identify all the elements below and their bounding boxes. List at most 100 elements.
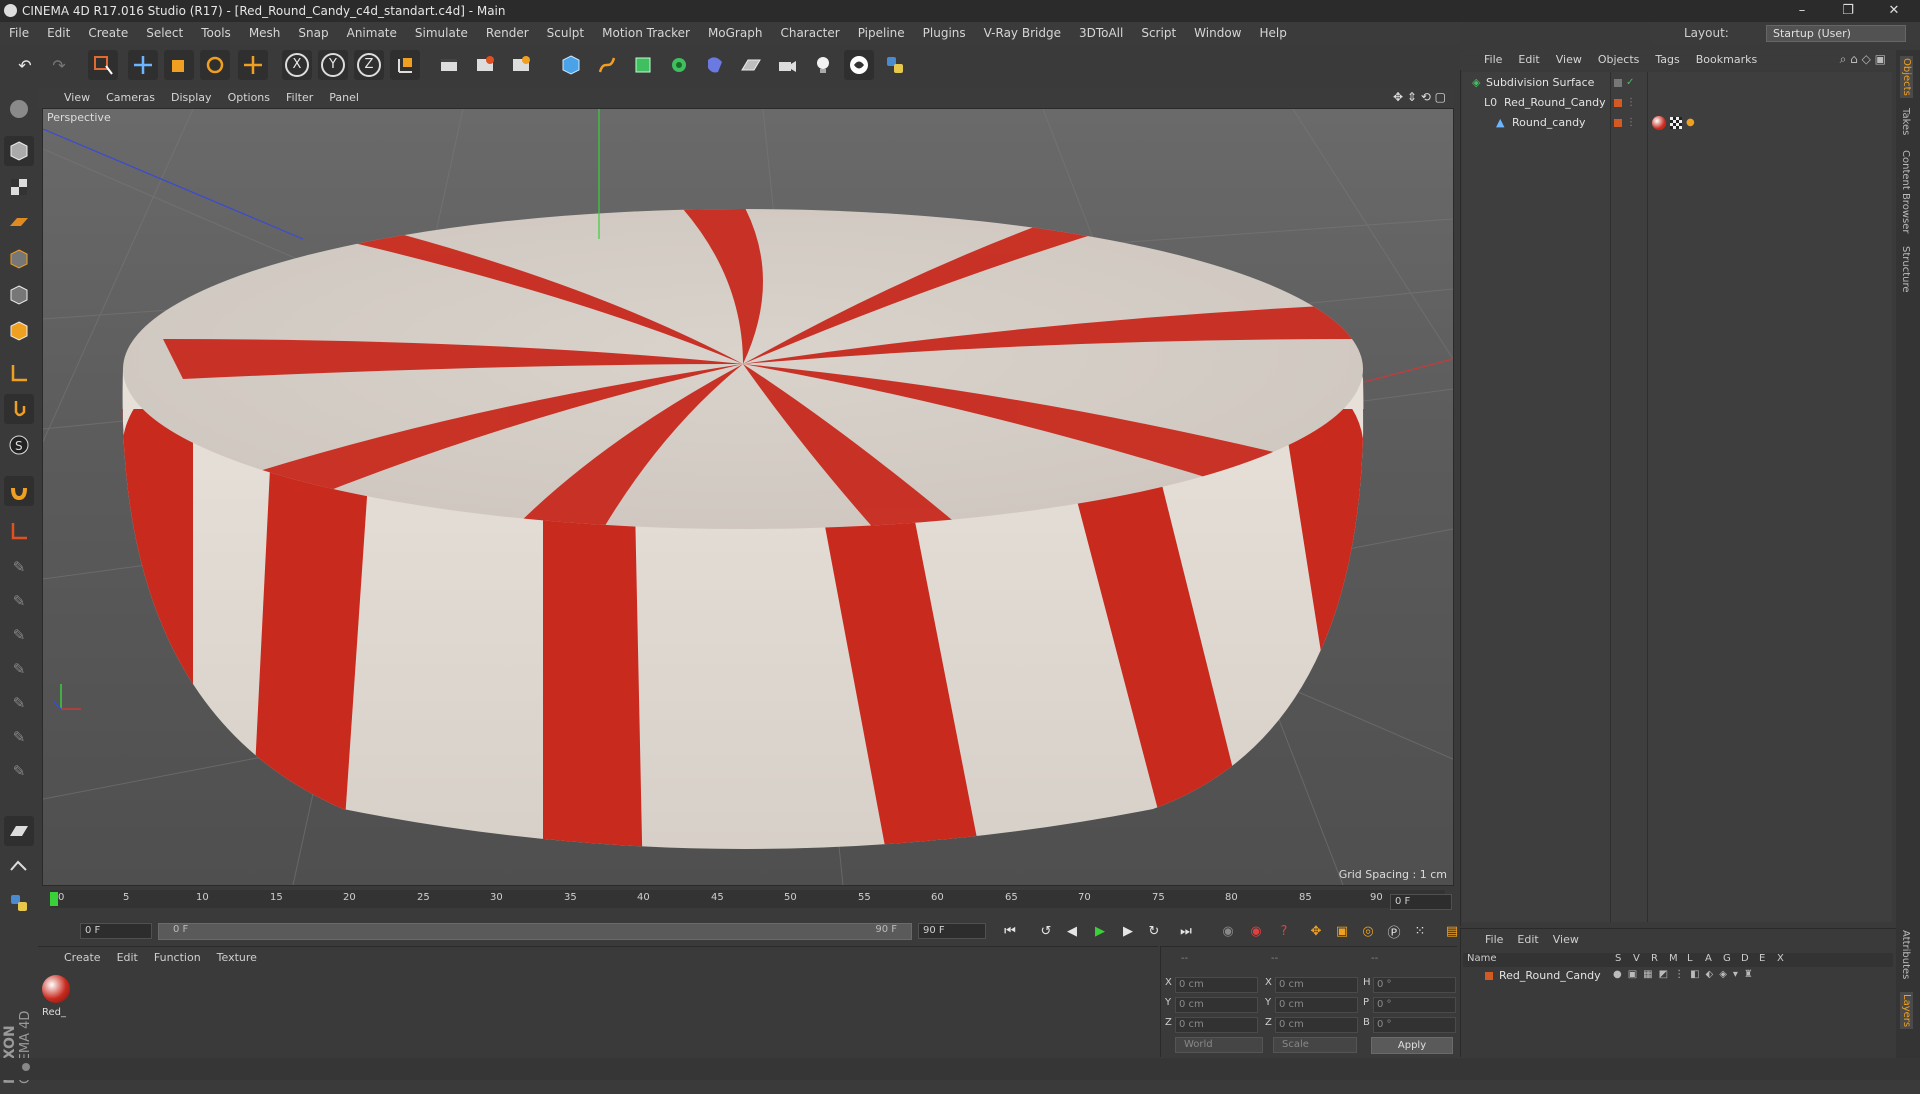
uvw-tag-icon[interactable] [1670,117,1682,129]
object-row-round-candy[interactable]: ▲ Round_candy ⋮ ● [1462,114,1892,132]
menu-sculpt[interactable]: Sculpt [538,22,593,44]
sculpt-pinch-icon[interactable]: ✎ [4,756,34,786]
minimize-button[interactable]: – [1784,2,1820,20]
tab-content-browser[interactable]: Content Browser [1900,150,1911,233]
undo-icon[interactable]: ↶ [10,50,40,80]
column-generators[interactable]: G [1723,953,1731,964]
model-mode-icon[interactable] [4,136,34,166]
objects-menu-bookmarks[interactable]: Bookmarks [1688,50,1765,70]
rotation-b-field[interactable]: 0 ° [1373,1017,1456,1033]
layer-toggle-icons[interactable]: ●▣▦◩⋮◧⬖◈▾♜ [1613,969,1759,980]
subdivision-surface-icon[interactable] [628,50,658,80]
timeline-ruler[interactable]: 0 5 10 15 20 25 30 35 40 45 50 55 60 65 … [50,890,1445,908]
key-rotation-icon[interactable]: ◎ [1356,920,1380,942]
frame-range-slider[interactable]: 0 F 90 F [158,923,912,940]
rotation-h-field[interactable]: 0 ° [1373,977,1456,993]
sculpt-smooth-icon[interactable]: ✎ [4,620,34,650]
move-tool-icon[interactable] [128,50,158,80]
play-icon[interactable]: ▶ [1088,920,1112,942]
layer-name[interactable]: Red_Round_Candy [1499,969,1601,982]
go-to-start-icon[interactable]: ⏮ [998,920,1022,942]
menu-window[interactable]: Window [1185,22,1250,44]
close-button[interactable]: ✕ [1876,2,1912,20]
menu-plugins[interactable]: Plugins [914,22,975,44]
size-z-field[interactable]: 0 cm [1275,1017,1358,1033]
grid-toggle-icon[interactable] [4,816,34,846]
record-active-icon[interactable]: ◉ [1216,920,1240,942]
layer-color-icon[interactable] [1614,99,1622,107]
workplane-icon[interactable] [4,208,34,238]
menu-vray-bridge[interactable]: V-Ray Bridge [975,22,1070,44]
material-tag-icon[interactable] [1652,116,1666,130]
material-swatch[interactable] [42,975,70,1003]
start-frame-field[interactable]: 0 F [80,923,152,939]
menu-animate[interactable]: Animate [338,22,406,44]
pen-spline-icon[interactable] [592,50,622,80]
timeline-playhead[interactable] [50,892,58,906]
y-axis-lock-button[interactable]: Y [318,50,348,80]
object-name[interactable]: Subdivision Surface [1486,74,1594,92]
viewport-menu-panel[interactable]: Panel [321,88,367,108]
viewport-menu-view[interactable]: View [38,88,98,108]
edges-mode-icon[interactable] [4,280,34,310]
rotate-tool-icon[interactable] [200,50,230,80]
menu-mesh[interactable]: Mesh [240,22,290,44]
snapping-icon[interactable]: S [4,430,34,460]
size-y-field[interactable]: 0 cm [1275,997,1358,1013]
magnet-icon[interactable] [4,476,34,506]
visibility-dots-icon[interactable]: ⋮ [1626,94,1636,112]
tab-attributes[interactable]: Attributes [1900,930,1911,979]
ik-icon[interactable] [4,852,34,882]
polygons-mode-icon[interactable] [4,316,34,346]
viewport-menu-display[interactable]: Display [163,88,220,108]
key-pla-icon[interactable]: ⁙ [1408,920,1432,942]
material-name[interactable]: Red_ [42,1007,66,1018]
make-editable-icon[interactable] [4,94,34,124]
objects-menu-file[interactable]: File [1460,50,1510,70]
redo-icon[interactable]: ↷ [44,50,74,80]
brush-tool-icon[interactable]: ✎ [4,552,34,582]
position-y-field[interactable]: 0 cm [1175,997,1258,1013]
menu-file[interactable]: File [0,22,38,44]
object-name[interactable]: Red_Round_Candy [1504,94,1606,112]
layer-color-icon[interactable] [1614,119,1622,127]
objects-menu-objects[interactable]: Objects [1590,50,1648,70]
objects-menu-tags[interactable]: Tags [1647,50,1687,70]
tab-structure[interactable]: Structure [1900,246,1911,293]
python-script-icon[interactable] [4,888,34,918]
menu-edit[interactable]: Edit [38,22,79,44]
layer-color-icon[interactable] [1614,79,1622,87]
visibility-check-icon[interactable]: ✓ [1626,74,1634,92]
end-frame-field[interactable]: 90 F [918,923,986,939]
layers-menu-edit[interactable]: Edit [1517,933,1538,946]
material-menu-function[interactable]: Function [154,951,201,964]
key-scale-icon[interactable]: ▣ [1330,920,1354,942]
mograph-cloner-icon[interactable] [664,50,694,80]
column-animation[interactable]: A [1705,953,1712,964]
viewport-menu-cameras[interactable]: Cameras [98,88,163,108]
column-render[interactable]: R [1651,953,1658,964]
viewport-menu-filter[interactable]: Filter [278,88,321,108]
rotation-p-field[interactable]: 0 ° [1373,997,1456,1013]
material-menu-create[interactable]: Create [64,951,101,964]
column-name[interactable]: Name [1467,953,1497,964]
object-row-red-round-candy[interactable]: L0 Red_Round_Candy ⋮ [1462,94,1892,112]
menu-help[interactable]: Help [1250,22,1295,44]
points-mode-icon[interactable] [4,244,34,274]
position-x-field[interactable]: 0 cm [1175,977,1258,993]
axis-mode-icon[interactable] [4,358,34,388]
menu-character[interactable]: Character [771,22,848,44]
key-position-icon[interactable]: ✥ [1304,920,1328,942]
menu-simulate[interactable]: Simulate [406,22,477,44]
column-expressions[interactable]: E [1759,953,1765,964]
sculpt-flatten-icon[interactable]: ✎ [4,654,34,684]
menu-render[interactable]: Render [477,22,538,44]
material-menu-texture[interactable]: Texture [217,951,257,964]
key-parameter-icon[interactable]: Ⓟ [1382,920,1406,942]
live-selection-icon[interactable] [88,50,118,80]
layers-menu-file[interactable]: File [1485,933,1503,946]
tab-objects[interactable]: Objects [1900,56,1913,98]
coordinate-system-icon[interactable] [390,50,420,80]
material-menu-edit[interactable]: Edit [117,951,138,964]
keyframe-selection-icon[interactable]: ? [1272,920,1296,942]
